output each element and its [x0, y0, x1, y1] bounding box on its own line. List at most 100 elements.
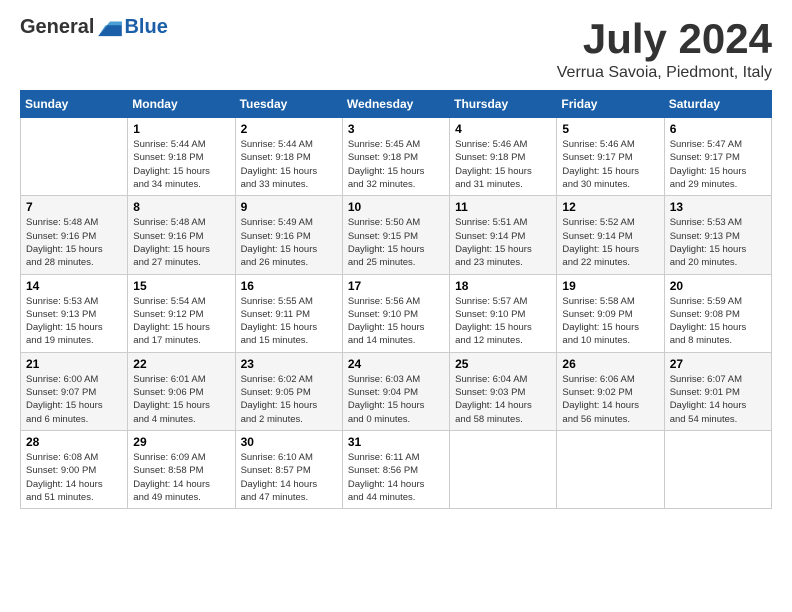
weekday-header-sunday: Sunday [21, 91, 128, 118]
day-number: 13 [670, 200, 766, 214]
calendar-cell: 8 Sunrise: 5:48 AM Sunset: 9:16 PM Daylig… [128, 196, 235, 274]
day-number: 23 [241, 357, 337, 371]
page-header: General Blue July 2024 Verrua Savoia, Pi… [20, 16, 772, 82]
day-number: 19 [562, 279, 658, 293]
calendar-cell: 12Sunrise: 5:52 AM Sunset: 9:14 PM Dayli… [557, 196, 664, 274]
day-info: Sunrise: 5:50 AM Sunset: 9:15 PM Dayligh… [348, 216, 444, 269]
day-number: 11 [455, 200, 551, 214]
month-title: July 2024 [557, 16, 772, 62]
day-number: 22 [133, 357, 229, 371]
week-row-5: 28 Sunrise: 6:08 AM Sunset: 9:00 PM Dayli… [21, 430, 772, 508]
calendar-cell: 16 Sunrise: 5:55 AM Sunset: 9:11 PM Dayli… [235, 274, 342, 352]
calendar-cell: 18 Sunrise: 5:57 AM Sunset: 9:10 PM Dayli… [450, 274, 557, 352]
calendar-cell [664, 430, 771, 508]
day-info: Sunrise: 5:46 AM Sunset: 9:18 PM Dayligh… [455, 138, 551, 191]
day-number: 27 [670, 357, 766, 371]
week-row-2: 7 Sunrise: 5:48 AM Sunset: 9:16 PM Daylig… [21, 196, 772, 274]
day-info: Sunrise: 6:03 AM Sunset: 9:04 PM Dayligh… [348, 373, 444, 426]
day-info: Sunrise: 6:10 AM Sunset: 8:57 PM Dayligh… [241, 451, 337, 504]
day-info: Sunrise: 5:48 AM Sunset: 9:16 PM Dayligh… [133, 216, 229, 269]
day-info: Sunrise: 6:06 AM Sunset: 9:02 PM Dayligh… [562, 373, 658, 426]
day-info: Sunrise: 6:08 AM Sunset: 9:00 PM Dayligh… [26, 451, 122, 504]
calendar-cell: 19 Sunrise: 5:58 AM Sunset: 9:09 PM Dayli… [557, 274, 664, 352]
calendar-cell: 20 Sunrise: 5:59 AM Sunset: 9:08 PM Dayli… [664, 274, 771, 352]
day-number: 29 [133, 435, 229, 449]
calendar-table: SundayMondayTuesdayWednesdayThursdayFrid… [20, 90, 772, 509]
weekday-header-wednesday: Wednesday [342, 91, 449, 118]
day-info: Sunrise: 5:57 AM Sunset: 9:10 PM Dayligh… [455, 295, 551, 348]
day-number: 26 [562, 357, 658, 371]
week-row-1: 1 Sunrise: 5:44 AM Sunset: 9:18 PM Daylig… [21, 118, 772, 196]
calendar-cell: 28 Sunrise: 6:08 AM Sunset: 9:00 PM Dayli… [21, 430, 128, 508]
weekday-header-saturday: Saturday [664, 91, 771, 118]
day-info: Sunrise: 6:02 AM Sunset: 9:05 PM Dayligh… [241, 373, 337, 426]
day-number: 18 [455, 279, 551, 293]
day-number: 14 [26, 279, 122, 293]
day-number: 4 [455, 122, 551, 136]
day-info: Sunrise: 5:47 AM Sunset: 9:17 PM Dayligh… [670, 138, 766, 191]
weekday-header-monday: Monday [128, 91, 235, 118]
day-info: Sunrise: 5:44 AM Sunset: 9:18 PM Dayligh… [241, 138, 337, 191]
weekday-header-friday: Friday [557, 91, 664, 118]
day-number: 6 [670, 122, 766, 136]
calendar-cell: 11 Sunrise: 5:51 AM Sunset: 9:14 PM Dayli… [450, 196, 557, 274]
week-row-4: 21 Sunrise: 6:00 AM Sunset: 9:07 PM Dayli… [21, 352, 772, 430]
day-info: Sunrise: 5:58 AM Sunset: 9:09 PM Dayligh… [562, 295, 658, 348]
weekday-header-tuesday: Tuesday [235, 91, 342, 118]
day-number: 30 [241, 435, 337, 449]
calendar-cell: 14Sunrise: 5:53 AM Sunset: 9:13 PM Dayli… [21, 274, 128, 352]
day-number: 24 [348, 357, 444, 371]
day-number: 17 [348, 279, 444, 293]
day-info: Sunrise: 5:56 AM Sunset: 9:10 PM Dayligh… [348, 295, 444, 348]
calendar-cell: 7 Sunrise: 5:48 AM Sunset: 9:16 PM Daylig… [21, 196, 128, 274]
logo: General Blue [20, 16, 168, 39]
logo-general-text: General [20, 16, 94, 39]
week-row-3: 14Sunrise: 5:53 AM Sunset: 9:13 PM Dayli… [21, 274, 772, 352]
calendar-cell: 24 Sunrise: 6:03 AM Sunset: 9:04 PM Dayli… [342, 352, 449, 430]
day-info: Sunrise: 5:53 AM Sunset: 9:13 PM Dayligh… [670, 216, 766, 269]
calendar-cell: 27Sunrise: 6:07 AM Sunset: 9:01 PM Dayli… [664, 352, 771, 430]
day-info: Sunrise: 6:09 AM Sunset: 8:58 PM Dayligh… [133, 451, 229, 504]
day-number: 1 [133, 122, 229, 136]
calendar-cell [21, 118, 128, 196]
day-info: Sunrise: 5:51 AM Sunset: 9:14 PM Dayligh… [455, 216, 551, 269]
day-number: 7 [26, 200, 122, 214]
calendar-cell: 10 Sunrise: 5:50 AM Sunset: 9:15 PM Dayli… [342, 196, 449, 274]
day-info: Sunrise: 5:44 AM Sunset: 9:18 PM Dayligh… [133, 138, 229, 191]
day-number: 25 [455, 357, 551, 371]
calendar-cell: 5Sunrise: 5:46 AM Sunset: 9:17 PM Daylig… [557, 118, 664, 196]
calendar-cell: 2 Sunrise: 5:44 AM Sunset: 9:18 PM Daylig… [235, 118, 342, 196]
day-info: Sunrise: 5:45 AM Sunset: 9:18 PM Dayligh… [348, 138, 444, 191]
calendar-cell: 3Sunrise: 5:45 AM Sunset: 9:18 PM Daylig… [342, 118, 449, 196]
day-number: 15 [133, 279, 229, 293]
day-number: 12 [562, 200, 658, 214]
day-number: 31 [348, 435, 444, 449]
weekday-header-row: SundayMondayTuesdayWednesdayThursdayFrid… [21, 91, 772, 118]
day-info: Sunrise: 5:48 AM Sunset: 9:16 PM Dayligh… [26, 216, 122, 269]
calendar-cell: 30 Sunrise: 6:10 AM Sunset: 8:57 PM Dayli… [235, 430, 342, 508]
day-number: 16 [241, 279, 337, 293]
day-info: Sunrise: 5:46 AM Sunset: 9:17 PM Dayligh… [562, 138, 658, 191]
calendar-cell: 25 Sunrise: 6:04 AM Sunset: 9:03 PM Dayli… [450, 352, 557, 430]
logo-icon [96, 18, 124, 38]
calendar-cell [450, 430, 557, 508]
day-number: 21 [26, 357, 122, 371]
day-info: Sunrise: 6:11 AM Sunset: 8:56 PM Dayligh… [348, 451, 444, 504]
day-number: 10 [348, 200, 444, 214]
calendar-cell: 29 Sunrise: 6:09 AM Sunset: 8:58 PM Dayli… [128, 430, 235, 508]
calendar-cell: 23 Sunrise: 6:02 AM Sunset: 9:05 PM Dayli… [235, 352, 342, 430]
day-number: 28 [26, 435, 122, 449]
calendar-cell: 13 Sunrise: 5:53 AM Sunset: 9:13 PM Dayli… [664, 196, 771, 274]
day-number: 20 [670, 279, 766, 293]
calendar-cell: 4 Sunrise: 5:46 AM Sunset: 9:18 PM Daylig… [450, 118, 557, 196]
calendar-cell: 6 Sunrise: 5:47 AM Sunset: 9:17 PM Daylig… [664, 118, 771, 196]
day-number: 2 [241, 122, 337, 136]
day-info: Sunrise: 5:59 AM Sunset: 9:08 PM Dayligh… [670, 295, 766, 348]
day-info: Sunrise: 6:00 AM Sunset: 9:07 PM Dayligh… [26, 373, 122, 426]
day-info: Sunrise: 5:54 AM Sunset: 9:12 PM Dayligh… [133, 295, 229, 348]
day-info: Sunrise: 6:04 AM Sunset: 9:03 PM Dayligh… [455, 373, 551, 426]
day-number: 8 [133, 200, 229, 214]
day-info: Sunrise: 6:01 AM Sunset: 9:06 PM Dayligh… [133, 373, 229, 426]
day-info: Sunrise: 5:55 AM Sunset: 9:11 PM Dayligh… [241, 295, 337, 348]
calendar-cell: 15 Sunrise: 5:54 AM Sunset: 9:12 PM Dayli… [128, 274, 235, 352]
